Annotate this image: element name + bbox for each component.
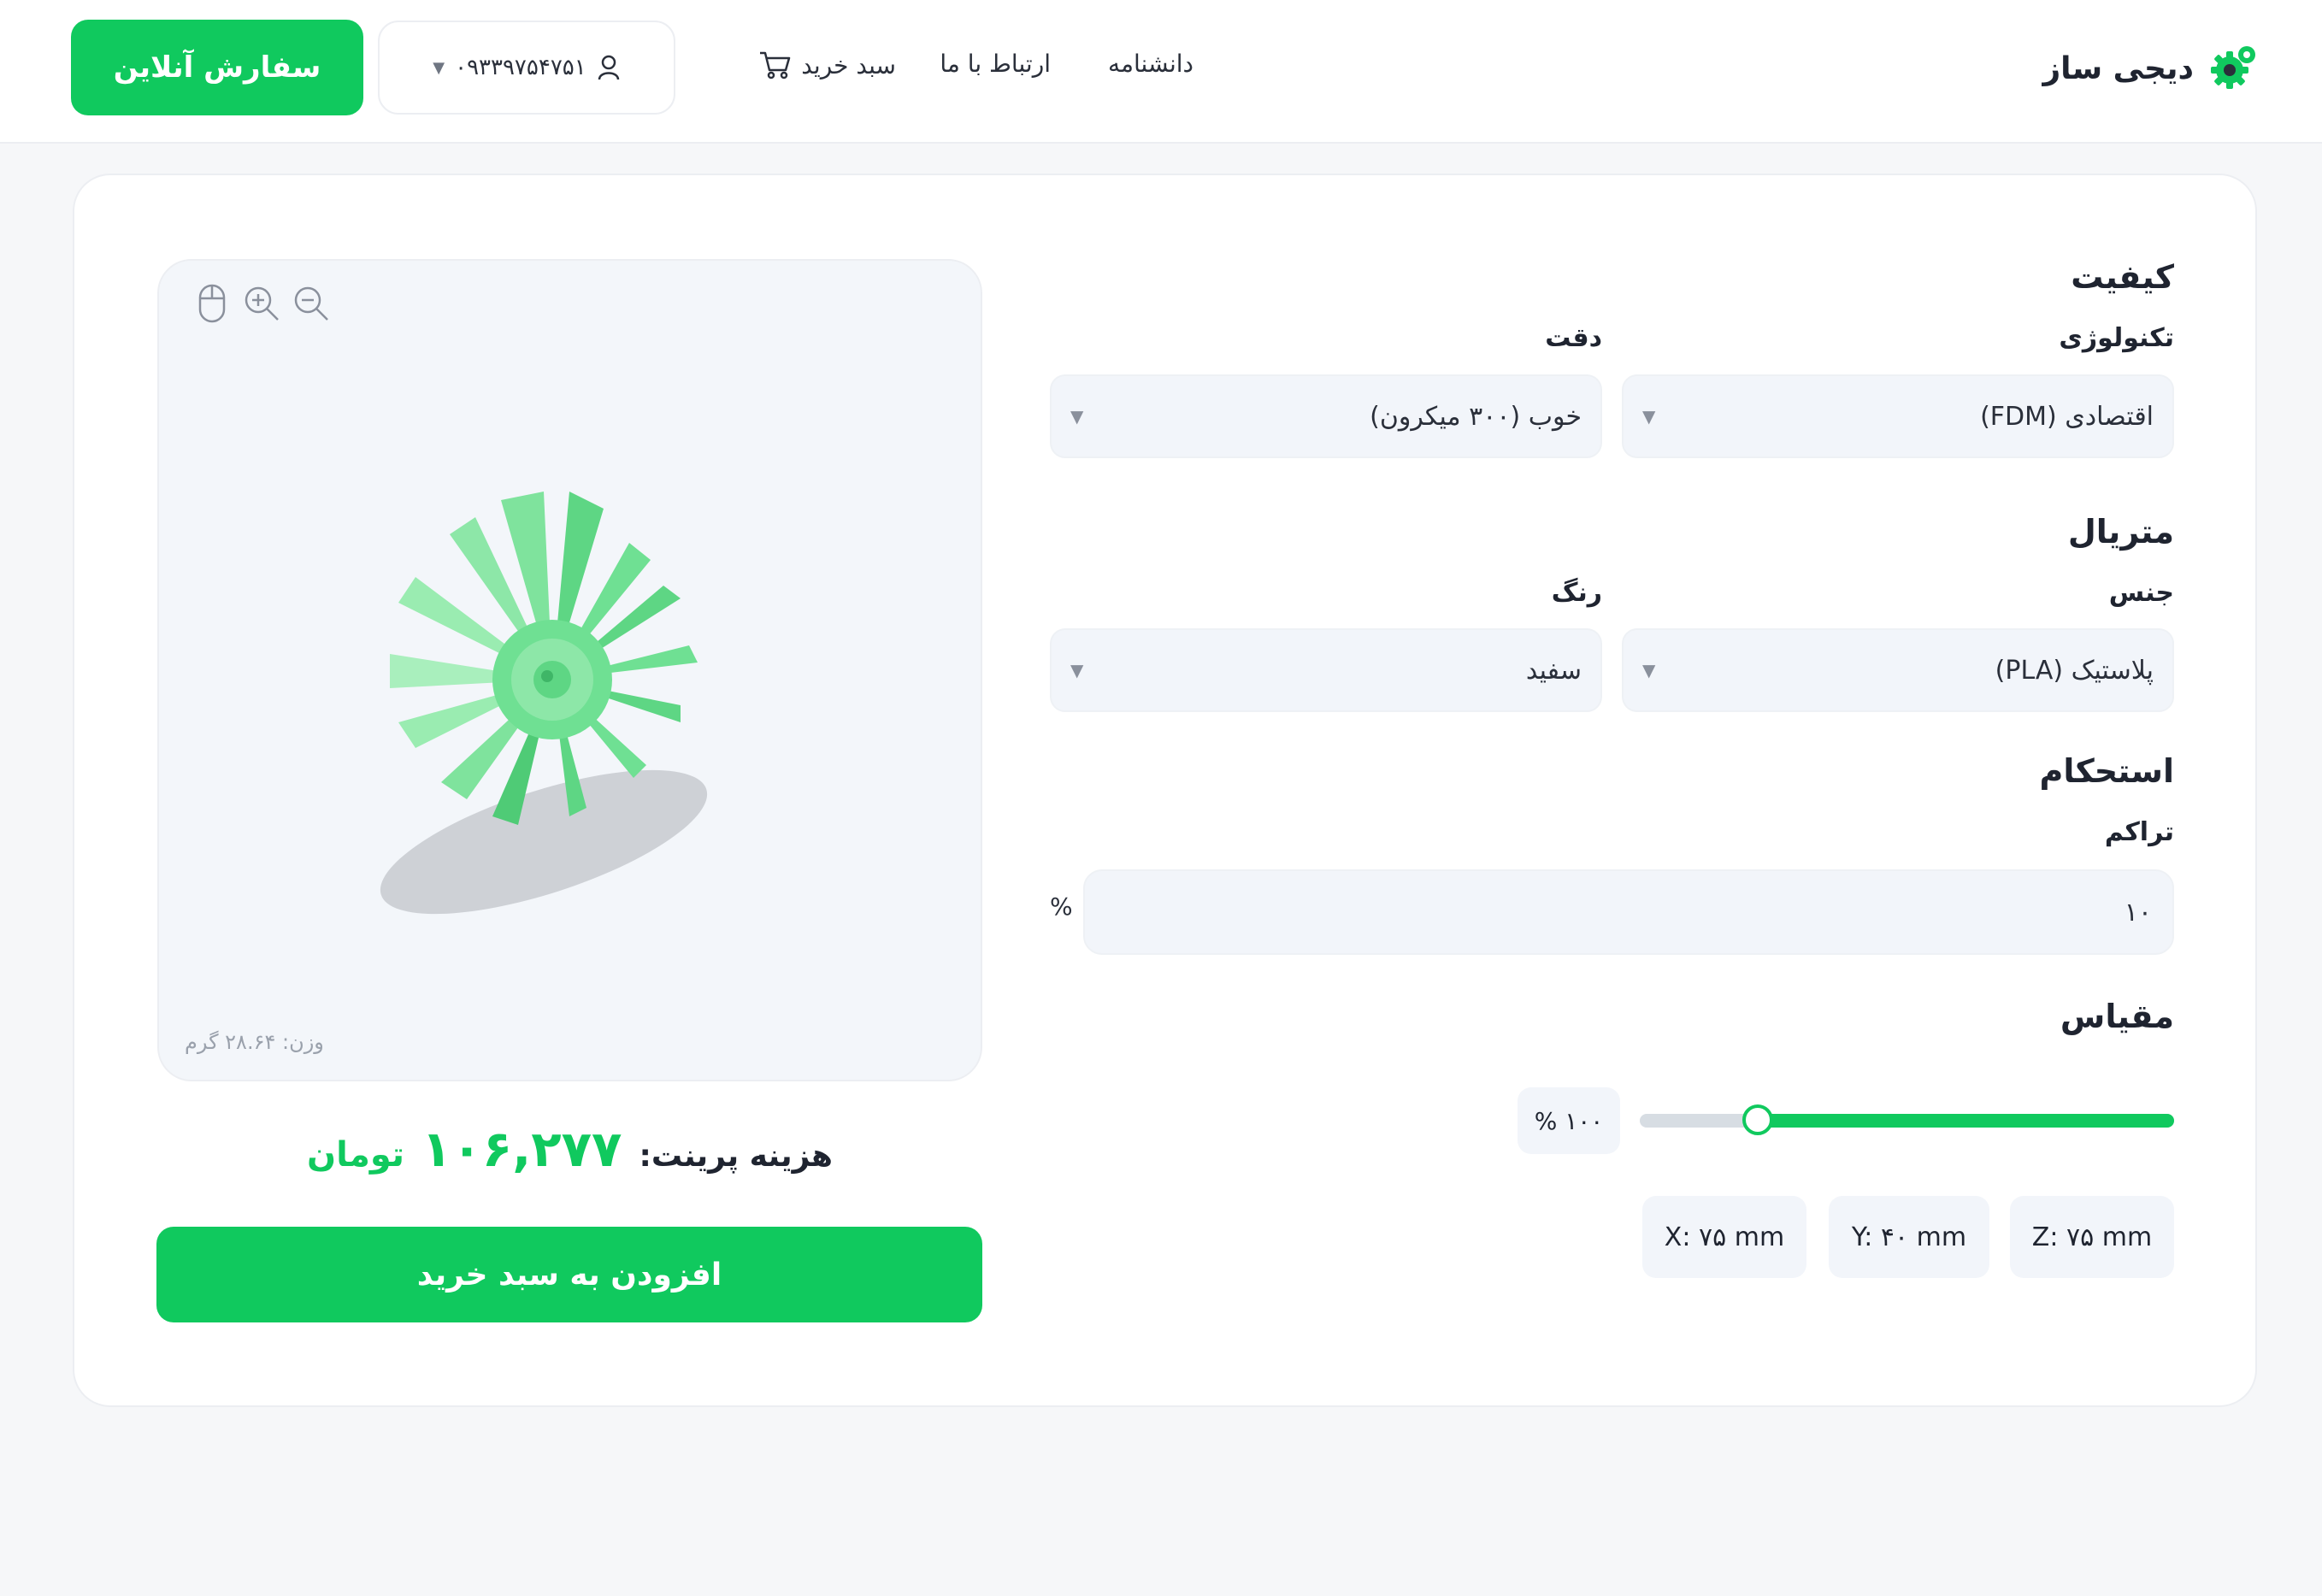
material-title: متریال	[2067, 513, 2174, 551]
price-label: هزینه پرینت:	[639, 1139, 834, 1174]
nav-knowledge-label: دانشنامه	[1107, 50, 1193, 78]
scale-title: مقیاس	[2060, 998, 2174, 1035]
add-to-cart-button[interactable]: افزودن به سبد خرید	[156, 1227, 982, 1322]
density-unit: %	[1050, 892, 1073, 921]
model-weight: وزن: ۲۸.۶۴ گرم	[185, 1030, 324, 1054]
price-unit: تومان	[306, 1135, 405, 1175]
account-phone-button[interactable]: ▼ ۰۹۳۳۹۷۵۴۷۵۱	[378, 21, 675, 115]
dimension-z: Z: ۷۵ mm	[2010, 1196, 2174, 1278]
print-price: هزینه پرینت: ۱۰۶,۲۷۷ تومان	[157, 1120, 982, 1178]
color-select[interactable]: سفید ▼	[1050, 628, 1602, 712]
strength-title: استحکام	[2039, 752, 2174, 790]
mouse-icon[interactable]	[190, 280, 234, 327]
scale-slider-fill	[1757, 1114, 2174, 1128]
material-type-label: جنس	[2108, 578, 2174, 608]
chevron-down-icon: ▼	[1642, 660, 1656, 680]
dropdown-caret-icon: ▼	[433, 58, 445, 77]
zoom-out-icon[interactable]	[289, 280, 333, 327]
material-type-value: پلاستیک (PLA)	[1995, 655, 2154, 686]
top-header: دیجی ساز دانشنامه ارتباط با ما سبد خرید …	[0, 0, 2322, 144]
price-value: ۱۰۶,۲۷۷	[421, 1120, 622, 1178]
account-phone: ۰۹۳۳۹۷۵۴۷۵۱	[455, 55, 586, 80]
nav-cart[interactable]: سبد خرید	[758, 50, 896, 80]
density-label: تراکم	[2104, 817, 2174, 847]
technology-select[interactable]: اقتصادی (FDM) ▼	[1622, 374, 2174, 458]
user-icon	[598, 55, 619, 80]
online-order-button[interactable]: سفارش آنلاین	[71, 20, 363, 115]
technology-value: اقتصادی (FDM)	[1980, 401, 2154, 432]
color-value: سفید	[1525, 655, 1582, 686]
chevron-down-icon: ▼	[1070, 660, 1084, 680]
density-input[interactable]: ۱۰	[1083, 869, 2174, 955]
scale-value: ۱۰۰ %	[1518, 1087, 1620, 1154]
color-label: رنگ	[1551, 578, 1602, 608]
density-value: ۱۰	[2124, 897, 2152, 928]
cart-icon	[760, 51, 791, 80]
nav-contact[interactable]: ارتباط با ما	[940, 50, 1051, 78]
chevron-down-icon: ▼	[1642, 406, 1656, 427]
precision-value: خوب (۳۰۰ میکرون)	[1370, 401, 1582, 432]
logo[interactable]: دیجی ساز	[2042, 41, 2260, 96]
nav-cart-label: سبد خرید	[801, 50, 896, 80]
chevron-down-icon: ▼	[1070, 406, 1084, 427]
scale-slider-thumb[interactable]	[1742, 1104, 1773, 1135]
fan-3d-model[interactable]	[356, 466, 766, 928]
nav-contact-label: ارتباط با ما	[940, 50, 1051, 78]
scale-slider[interactable]	[1640, 1104, 2174, 1135]
model-preview[interactable]: وزن: ۲۸.۶۴ گرم	[157, 259, 982, 1081]
technology-label: تکنولوژی	[2059, 323, 2174, 353]
dimension-x: X: ۷۵ mm	[1642, 1196, 1806, 1278]
quality-title: کیفیت	[2071, 258, 2174, 296]
material-type-select[interactable]: پلاستیک (PLA) ▼	[1622, 628, 2174, 712]
nav-knowledge[interactable]: دانشنامه	[1108, 50, 1193, 78]
precision-select[interactable]: خوب (۳۰۰ میکرون) ▼	[1050, 374, 1602, 458]
zoom-in-icon[interactable]	[239, 280, 284, 327]
precision-label: دقت	[1545, 323, 1602, 353]
preview-toolbar	[190, 280, 333, 327]
dimension-y: Y: ۴۰ mm	[1829, 1196, 1989, 1278]
gear-logo-icon	[2211, 46, 2255, 89]
logo-text: دیجی ساز	[2042, 50, 2194, 86]
